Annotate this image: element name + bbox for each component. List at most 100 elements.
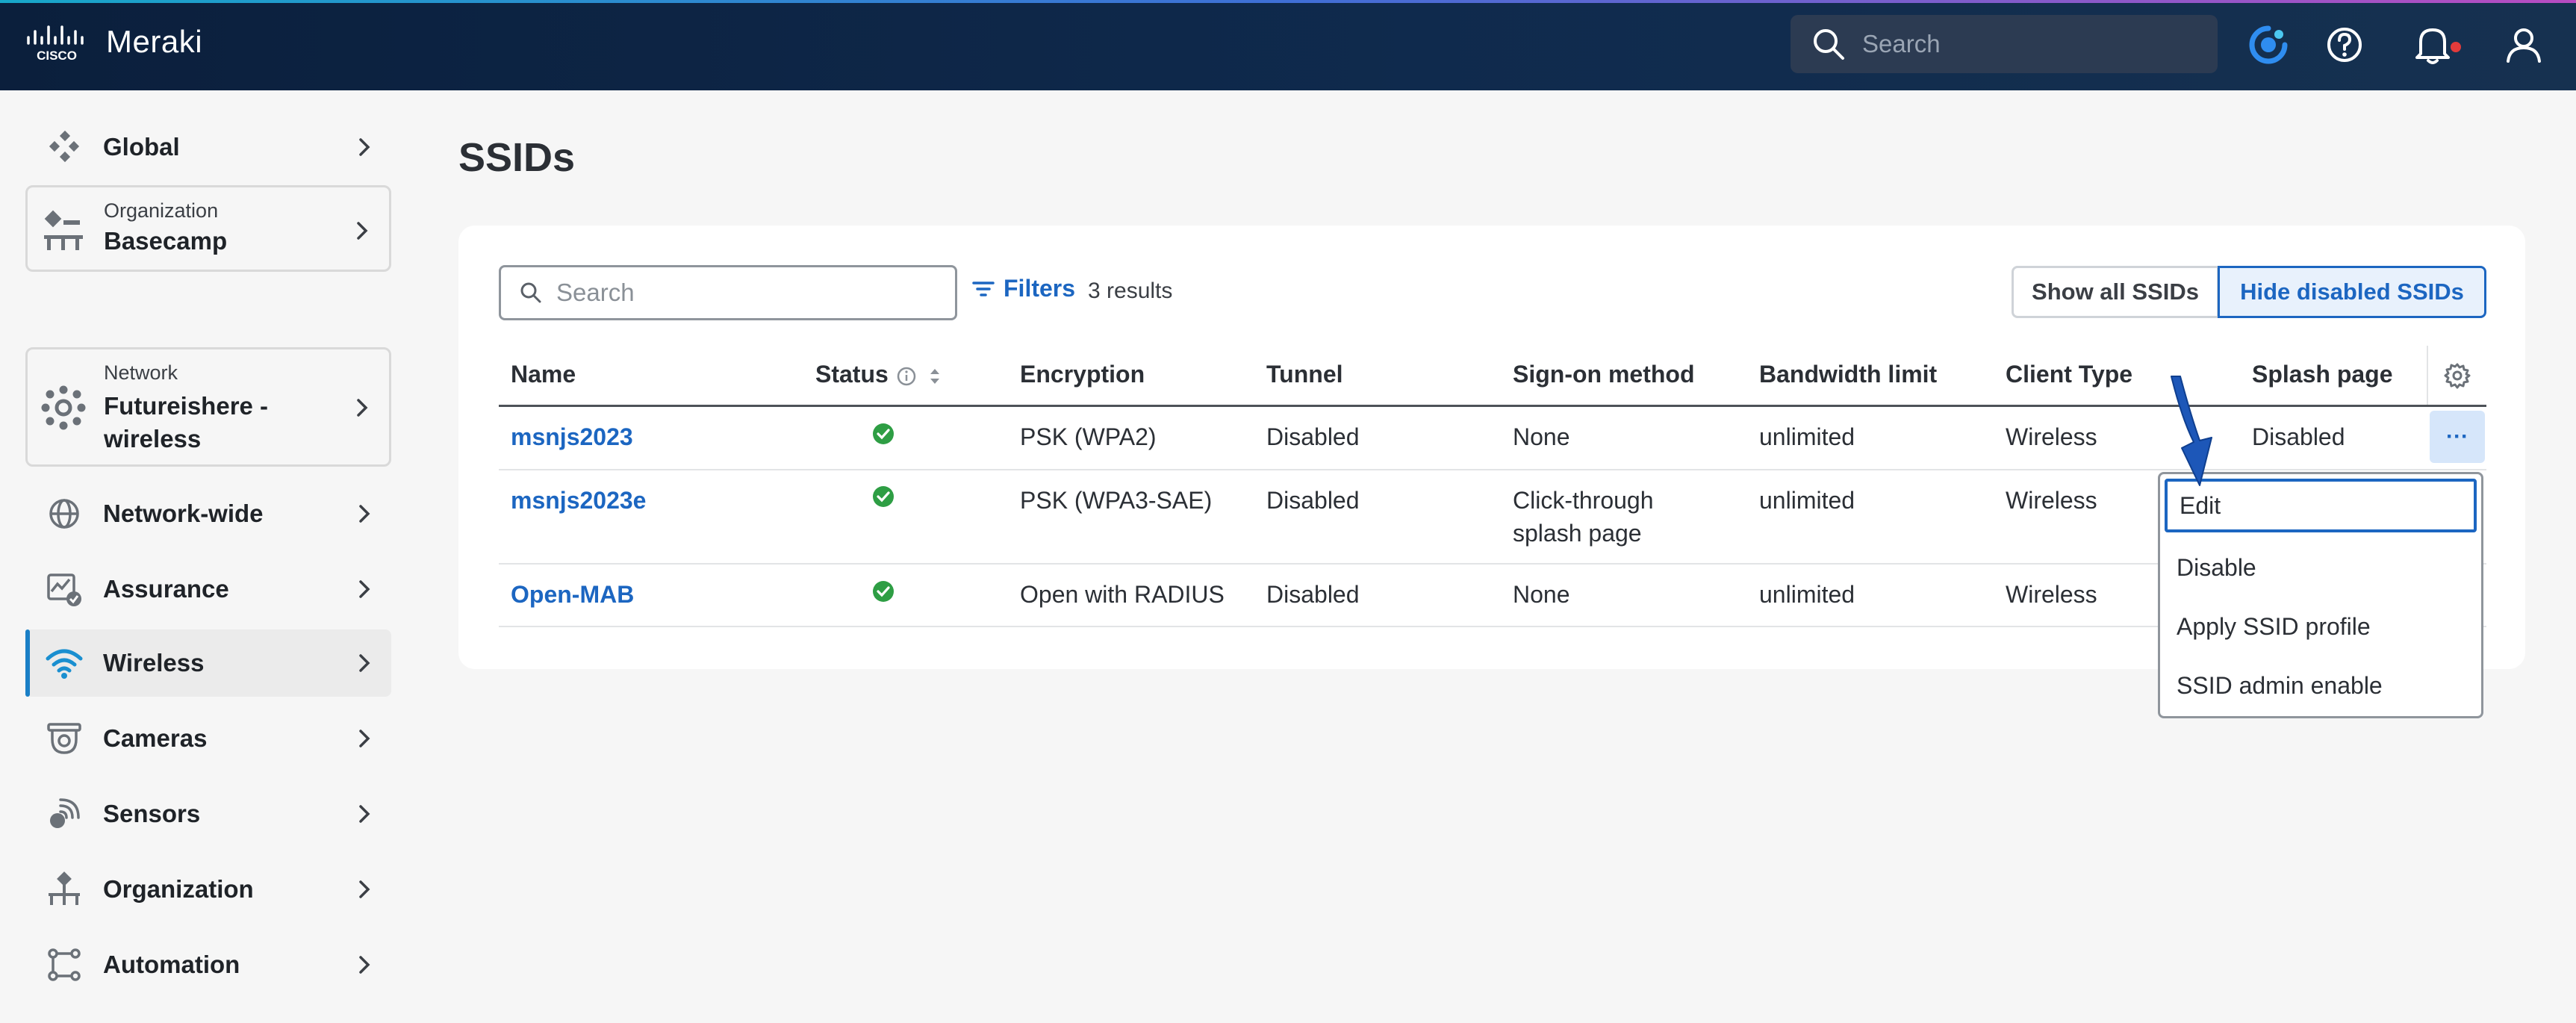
encryption-cell: PSK (WPA2) xyxy=(1020,423,1157,450)
global-search-input[interactable] xyxy=(1862,30,2206,58)
network-name-line1: Futureishere - xyxy=(104,392,269,420)
network-icon xyxy=(41,385,86,434)
sidebar-item-label: Wireless xyxy=(103,649,205,677)
tunnel-cell: Disabled xyxy=(1266,423,1360,450)
sidebar-item-global[interactable]: Global xyxy=(25,117,391,177)
chevron-right-icon xyxy=(359,654,370,672)
sidebar-item-sensors[interactable]: Sensors xyxy=(25,780,391,848)
ssid-name-link[interactable]: msnjs2023 xyxy=(511,420,633,454)
cisco-logo-icon: CISCO xyxy=(27,25,84,63)
column-header-client-type[interactable]: Client Type xyxy=(2006,361,2132,388)
column-header-name[interactable]: Name xyxy=(511,361,576,388)
global-icon xyxy=(43,126,85,168)
chevron-right-icon xyxy=(357,399,368,417)
search-icon xyxy=(520,282,541,303)
assurance-icon xyxy=(43,568,85,610)
column-header-splash-page[interactable]: Splash page xyxy=(2252,361,2393,388)
chevron-right-icon xyxy=(359,505,370,523)
column-header-tunnel[interactable]: Tunnel xyxy=(1266,361,1343,388)
organization-name: Basecamp xyxy=(104,227,228,255)
row-actions-menu: Edit Disable Apply SSID profile SSID adm… xyxy=(2158,472,2483,718)
filters-button[interactable]: Filters xyxy=(971,275,1075,302)
ssid-search-input[interactable] xyxy=(556,279,945,307)
chevron-right-icon xyxy=(359,580,370,598)
hide-disabled-ssids-toggle[interactable]: Hide disabled SSIDs xyxy=(2218,266,2486,318)
sidebar-item-wireless[interactable]: Wireless xyxy=(25,629,391,697)
chevron-right-icon xyxy=(359,730,370,747)
menu-item-disable[interactable]: Disable xyxy=(2160,541,2481,594)
sidebar-item-label: Network-wide xyxy=(103,500,264,527)
column-header-sign-on-method[interactable]: Sign-on method xyxy=(1513,361,1695,388)
notifications-icon[interactable] xyxy=(2403,22,2463,67)
sidebar: Global Organization Basecamp Network Fut… xyxy=(0,90,403,1023)
sidebar-item-organization[interactable]: Organization xyxy=(25,856,391,923)
sidebar-item-assurance[interactable]: Assurance xyxy=(25,556,391,623)
global-search[interactable] xyxy=(1791,15,2218,73)
chevron-right-icon xyxy=(359,880,370,898)
automation-icon xyxy=(43,944,85,986)
column-header-status[interactable]: Status xyxy=(815,361,889,388)
menu-item-apply-ssid-profile[interactable]: Apply SSID profile xyxy=(2160,600,2481,653)
menu-item-ssid-admin-enable[interactable]: SSID admin enable xyxy=(2160,659,2481,712)
top-bar: CISCO Meraki xyxy=(0,0,2576,90)
organization-caption: Organization xyxy=(104,199,219,222)
sign-on-cell: None xyxy=(1513,581,1570,608)
sidebar-item-automation[interactable]: Automation xyxy=(25,931,391,998)
sensor-icon xyxy=(43,793,85,835)
chevron-right-icon xyxy=(359,138,370,156)
organization-icon xyxy=(41,210,86,258)
gear-icon xyxy=(2444,363,2471,389)
sidebar-item-label: Organization xyxy=(103,875,254,903)
status-enabled-icon xyxy=(873,423,894,444)
assistant-icon[interactable] xyxy=(2246,22,2291,67)
client-type-cell: Wireless xyxy=(2006,423,2097,450)
ssid-name-link[interactable]: Open-MAB xyxy=(511,578,634,612)
column-header-bandwidth-limit[interactable]: Bandwidth limit xyxy=(1759,361,1937,388)
network-name-line2: wireless xyxy=(104,425,202,453)
filters-label: Filters xyxy=(1004,275,1076,302)
filter-icon xyxy=(972,281,995,296)
status-enabled-icon xyxy=(873,581,894,602)
network-selector[interactable]: Network Futureishere - wireless xyxy=(25,347,391,467)
tunnel-cell: Disabled xyxy=(1266,487,1360,514)
tunnel-cell: Disabled xyxy=(1266,581,1360,608)
chevron-right-icon xyxy=(357,222,368,240)
sidebar-item-label: Cameras xyxy=(103,724,208,752)
column-header-encryption[interactable]: Encryption xyxy=(1020,361,1145,388)
status-enabled-icon xyxy=(873,486,894,507)
brand[interactable]: CISCO Meraki xyxy=(25,21,202,63)
brand-name: Meraki xyxy=(106,24,203,59)
sidebar-item-cameras[interactable]: Cameras xyxy=(25,705,391,772)
client-type-cell: Wireless xyxy=(2006,581,2097,608)
chevron-right-icon xyxy=(359,805,370,823)
sort-icon[interactable] xyxy=(926,364,944,388)
search-icon xyxy=(1814,29,1844,60)
row-actions-button[interactable]: ··· xyxy=(2430,411,2485,463)
bandwidth-cell: unlimited xyxy=(1759,581,1855,608)
wifi-icon xyxy=(43,642,85,684)
splash-page-cell: Disabled xyxy=(2252,423,2345,450)
bandwidth-cell: unlimited xyxy=(1759,423,1855,450)
info-icon[interactable] xyxy=(896,366,917,387)
sidebar-item-label: Assurance xyxy=(103,575,229,603)
sidebar-item-label: Global xyxy=(103,133,180,161)
ssid-search[interactable] xyxy=(499,265,957,320)
organization-selector[interactable]: Organization Basecamp xyxy=(25,185,391,272)
results-count: 3 results xyxy=(1088,279,1173,303)
ssid-name-link[interactable]: msnjs2023e xyxy=(511,484,646,517)
user-avatar-icon[interactable] xyxy=(2501,22,2546,67)
help-icon[interactable] xyxy=(2322,22,2367,67)
organization-icon xyxy=(43,868,85,910)
show-all-ssids-toggle[interactable]: Show all SSIDs xyxy=(2012,266,2219,318)
sidebar-item-label: Automation xyxy=(103,951,240,978)
network-caption: Network xyxy=(104,361,178,384)
sign-on-cell-line1: Click-through xyxy=(1513,487,1654,514)
notification-badge xyxy=(2451,42,2461,52)
encryption-cell: PSK (WPA3-SAE) xyxy=(1020,487,1213,514)
client-type-cell: Wireless xyxy=(2006,487,2097,514)
encryption-cell: Open with RADIUS xyxy=(1020,581,1225,608)
sidebar-item-network-wide[interactable]: Network-wide xyxy=(25,480,391,547)
column-settings-button[interactable] xyxy=(2427,346,2486,405)
annotation-arrow-icon xyxy=(2171,376,2212,486)
svg-text:CISCO: CISCO xyxy=(37,49,77,63)
